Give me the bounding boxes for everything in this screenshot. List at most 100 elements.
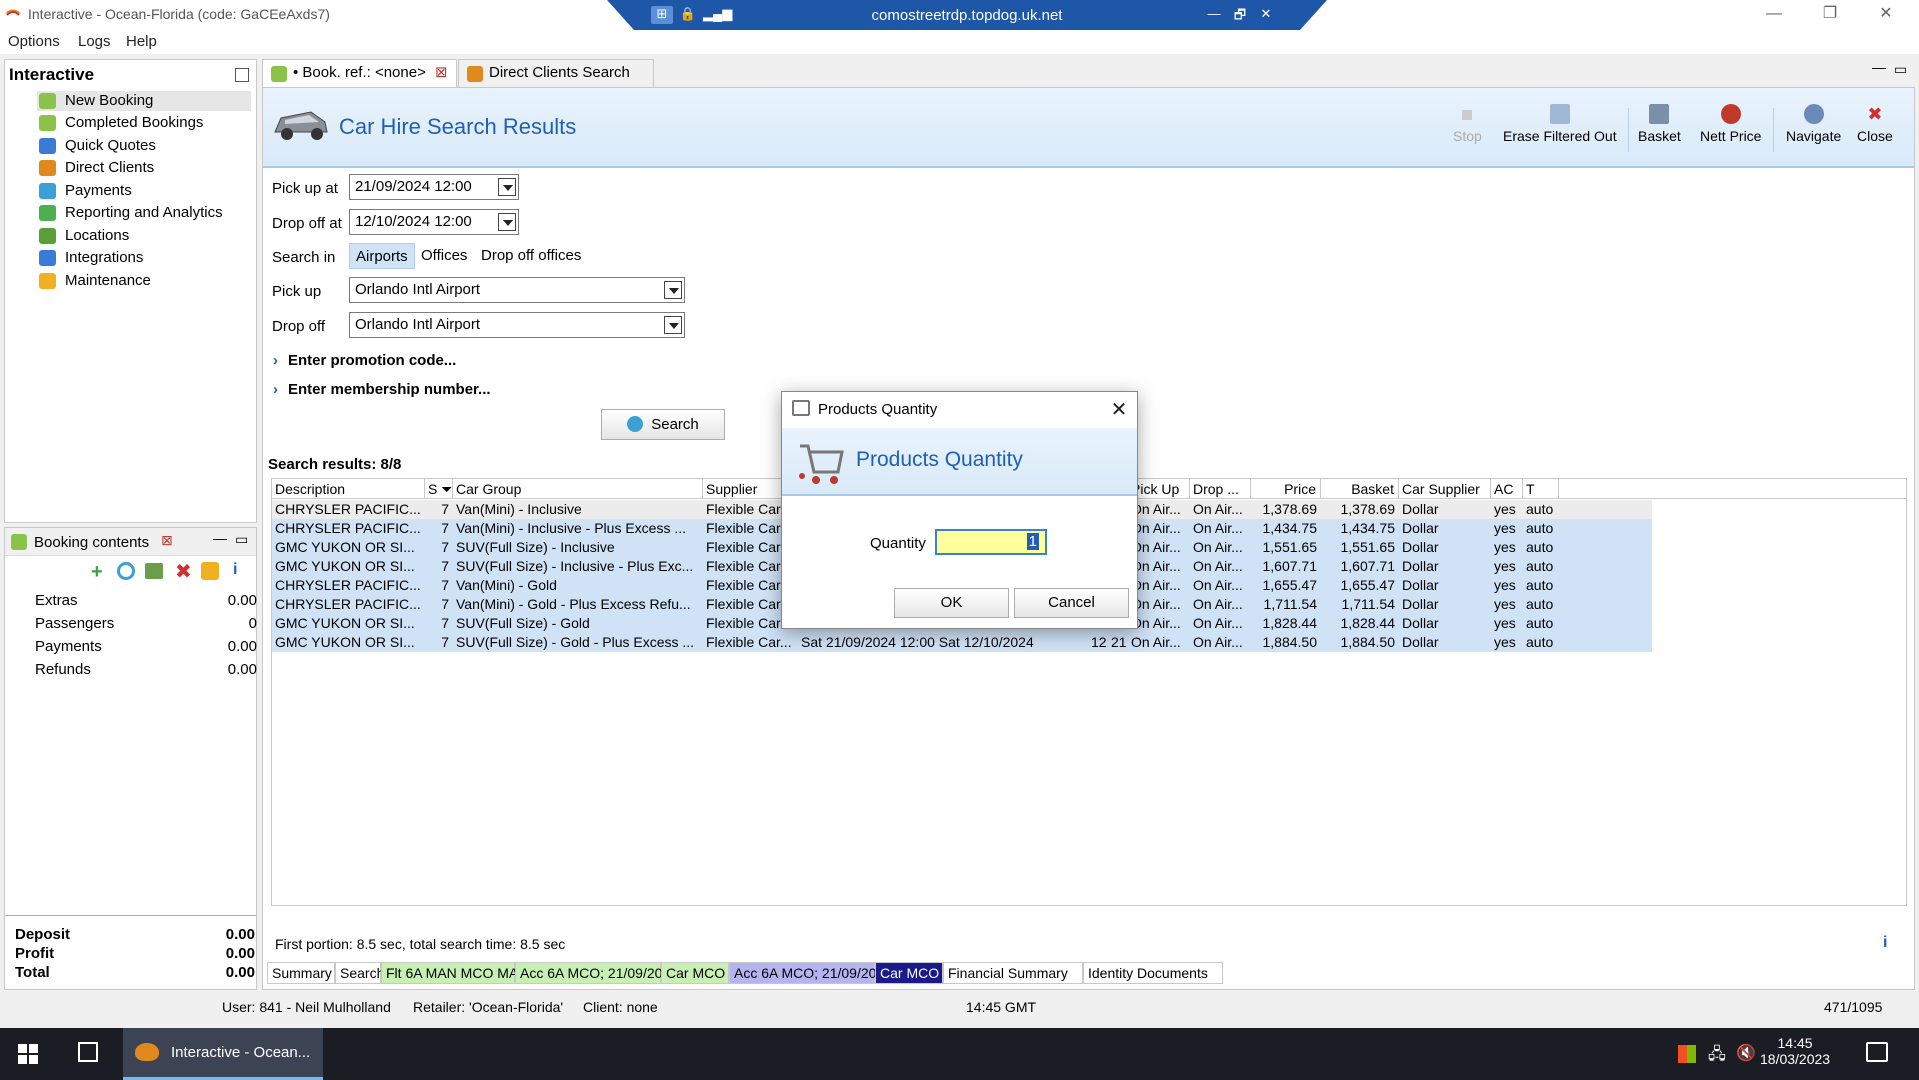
dropoff-location-select[interactable]: Orlando Intl Airport xyxy=(349,312,685,338)
nav-item-new-booking[interactable]: New Booking xyxy=(37,91,251,111)
restore-button[interactable]: ❐ xyxy=(1802,0,1858,30)
cell-ac: yes xyxy=(1494,520,1516,536)
bottom-tab[interactable]: Car MCO xyxy=(875,962,943,984)
rdp-minimize-button[interactable]: — xyxy=(1203,6,1225,24)
bottom-tab[interactable]: Acc 6A MCO; 21/09/2025 xyxy=(729,962,892,984)
ok-button[interactable]: OK xyxy=(894,588,1009,618)
nav-item-reporting[interactable]: Reporting and Analytics xyxy=(37,203,251,223)
nav-item-integrations[interactable]: Integrations xyxy=(37,248,251,268)
col-car-supplier[interactable]: Car Supplier xyxy=(1399,479,1491,499)
search-button[interactable]: Search xyxy=(601,409,725,440)
nav-item-maintenance[interactable]: Maintenance xyxy=(37,271,251,291)
notification-icon[interactable] xyxy=(1866,1042,1888,1062)
nav-item-label: Completed Bookings xyxy=(65,114,204,131)
promotion-code-expander[interactable]: Enter promotion code... xyxy=(273,352,456,369)
rdp-close-button[interactable]: ✕ xyxy=(1255,6,1277,24)
menu-logs[interactable]: Logs xyxy=(78,33,111,50)
window-close-button[interactable]: ✕ xyxy=(1858,0,1914,30)
info-icon[interactable]: i xyxy=(233,561,237,579)
taskbar-app-interactive[interactable]: Interactive - Ocean... xyxy=(123,1028,323,1080)
nav-item-locations[interactable]: Locations xyxy=(37,226,251,246)
menu-help[interactable]: Help xyxy=(126,33,157,50)
network-icon[interactable]: 🖧 xyxy=(1708,1043,1726,1070)
basket-add-icon[interactable] xyxy=(145,563,163,579)
cell-car-supplier: Dollar xyxy=(1402,577,1439,593)
table-row[interactable]: GMC YUKON OR SI... 7 SUV(Full Size) - Gold… xyxy=(272,633,1652,652)
dialog-title: Products Quantity xyxy=(818,401,938,418)
col-ac[interactable]: AC xyxy=(1491,479,1523,499)
col-t[interactable]: T xyxy=(1523,479,1559,499)
refresh-icon[interactable] xyxy=(117,562,135,580)
col-basket[interactable]: Basket xyxy=(1321,479,1399,499)
dropdown-icon[interactable] xyxy=(498,213,516,231)
maintenance-icon xyxy=(39,273,56,289)
dropoff-at-field[interactable]: 12/10/2024 12:00 xyxy=(349,209,519,235)
nav-item-label: Direct Clients xyxy=(65,159,155,176)
search-in-offices[interactable]: Offices xyxy=(415,243,473,269)
dropdown-icon[interactable] xyxy=(664,316,682,334)
col-description[interactable]: Description xyxy=(272,479,425,499)
col-s-filter[interactable]: S ⏷ xyxy=(425,479,453,499)
tab-direct-clients-search[interactable]: Direct Clients Search xyxy=(458,59,654,87)
filter-icon[interactable]: ⏷ xyxy=(437,481,452,497)
basket-button[interactable]: Basket xyxy=(1638,104,1681,144)
add-icon[interactable]: + xyxy=(91,561,103,584)
quantity-input[interactable]: 1 xyxy=(935,529,1047,555)
bottom-tab[interactable]: Identity Documents xyxy=(1083,962,1223,984)
rdp-restore-button[interactable]: 🗗 xyxy=(1229,6,1251,24)
nav-item-quick-quotes[interactable]: Quick Quotes xyxy=(37,136,251,156)
tray-app-icon[interactable] xyxy=(1678,1045,1696,1063)
windows-start-icon[interactable] xyxy=(18,1044,38,1064)
close-tab-icon[interactable]: ⊠ xyxy=(435,60,448,86)
stop-button[interactable]: Stop xyxy=(1453,104,1482,144)
minimize-pane-icon[interactable]: — xyxy=(1872,59,1886,75)
erase-filtered-button[interactable]: Erase Filtered Out xyxy=(1503,104,1617,144)
bottom-tab[interactable]: Flt 6A MAN MCO MAN xyxy=(381,962,528,984)
info-icon[interactable]: i xyxy=(1883,934,1887,952)
bottom-tab[interactable]: Summary xyxy=(267,962,335,984)
membership-expander[interactable]: Enter membership number... xyxy=(273,381,491,398)
dropdown-icon[interactable] xyxy=(498,178,516,196)
search-in-dropoff-offices[interactable]: Drop off offices xyxy=(475,243,587,269)
bottom-tab[interactable]: Financial Summary xyxy=(943,962,1083,984)
cancel-button[interactable]: Cancel xyxy=(1014,588,1129,618)
close-tab-icon[interactable]: ⊠ xyxy=(161,532,173,549)
col-drop[interactable]: Drop ... xyxy=(1190,479,1251,499)
nav-item-direct-clients[interactable]: Direct Clients xyxy=(37,158,251,178)
pickup-location-select[interactable]: Orlando Intl Airport xyxy=(349,277,685,303)
dropdown-icon[interactable] xyxy=(664,281,682,299)
pickup-at-field[interactable]: 21/09/2024 12:00 xyxy=(349,174,519,200)
nett-price-button[interactable]: Nett Price xyxy=(1700,104,1761,144)
app-logo-icon xyxy=(135,1043,159,1061)
tab-booking-ref[interactable]: • Book. ref.: <none> ⊠ xyxy=(262,59,457,87)
col-price[interactable]: Price xyxy=(1251,479,1321,499)
bottom-tab[interactable]: Search xyxy=(335,962,384,984)
booking-row-extras: Extras 0.00 xyxy=(35,592,257,609)
minimize-button[interactable]: — xyxy=(1746,0,1802,30)
collapse-icon[interactable] xyxy=(235,68,249,82)
bottom-tab[interactable]: Acc 6A MCO; 21/09/2024 xyxy=(515,962,678,984)
status-bar: User: 841 - Neil Mulholland Retailer: 'O… xyxy=(0,994,1919,1018)
quantity-label: Quantity xyxy=(870,535,926,552)
close-button[interactable]: ✖ Close xyxy=(1857,104,1893,144)
minimize-pane-icon[interactable]: — xyxy=(213,530,227,546)
tray-clock[interactable]: 14:45 18/03/2023 xyxy=(1760,1035,1830,1067)
maximize-pane-icon[interactable]: ▭ xyxy=(235,531,248,548)
menu-options[interactable]: Options xyxy=(8,33,60,50)
dialog-close-button[interactable]: ✕ xyxy=(1107,397,1131,422)
search-in-airports[interactable]: Airports xyxy=(349,243,415,269)
task-view-icon[interactable] xyxy=(78,1042,98,1062)
cell-drop: On Air... xyxy=(1193,501,1243,517)
volume-muted-icon[interactable]: 🔇 xyxy=(1736,1043,1756,1063)
cell-car-supplier: Dollar xyxy=(1402,520,1439,536)
cell-price: 1,828.44 xyxy=(1262,615,1318,631)
nav-item-completed-bookings[interactable]: Completed Bookings xyxy=(37,113,251,133)
bottom-tab[interactable]: Car MCO xyxy=(661,962,729,984)
maximize-pane-icon[interactable]: ▭ xyxy=(1894,61,1907,78)
navigate-button[interactable]: Navigate xyxy=(1786,104,1841,144)
col-car-group[interactable]: Car Group xyxy=(453,479,703,499)
nav-item-payments[interactable]: Payments xyxy=(37,181,251,201)
palm-icon[interactable] xyxy=(201,562,219,580)
delete-icon[interactable]: ✖ xyxy=(175,559,192,584)
car-icon xyxy=(274,111,328,140)
